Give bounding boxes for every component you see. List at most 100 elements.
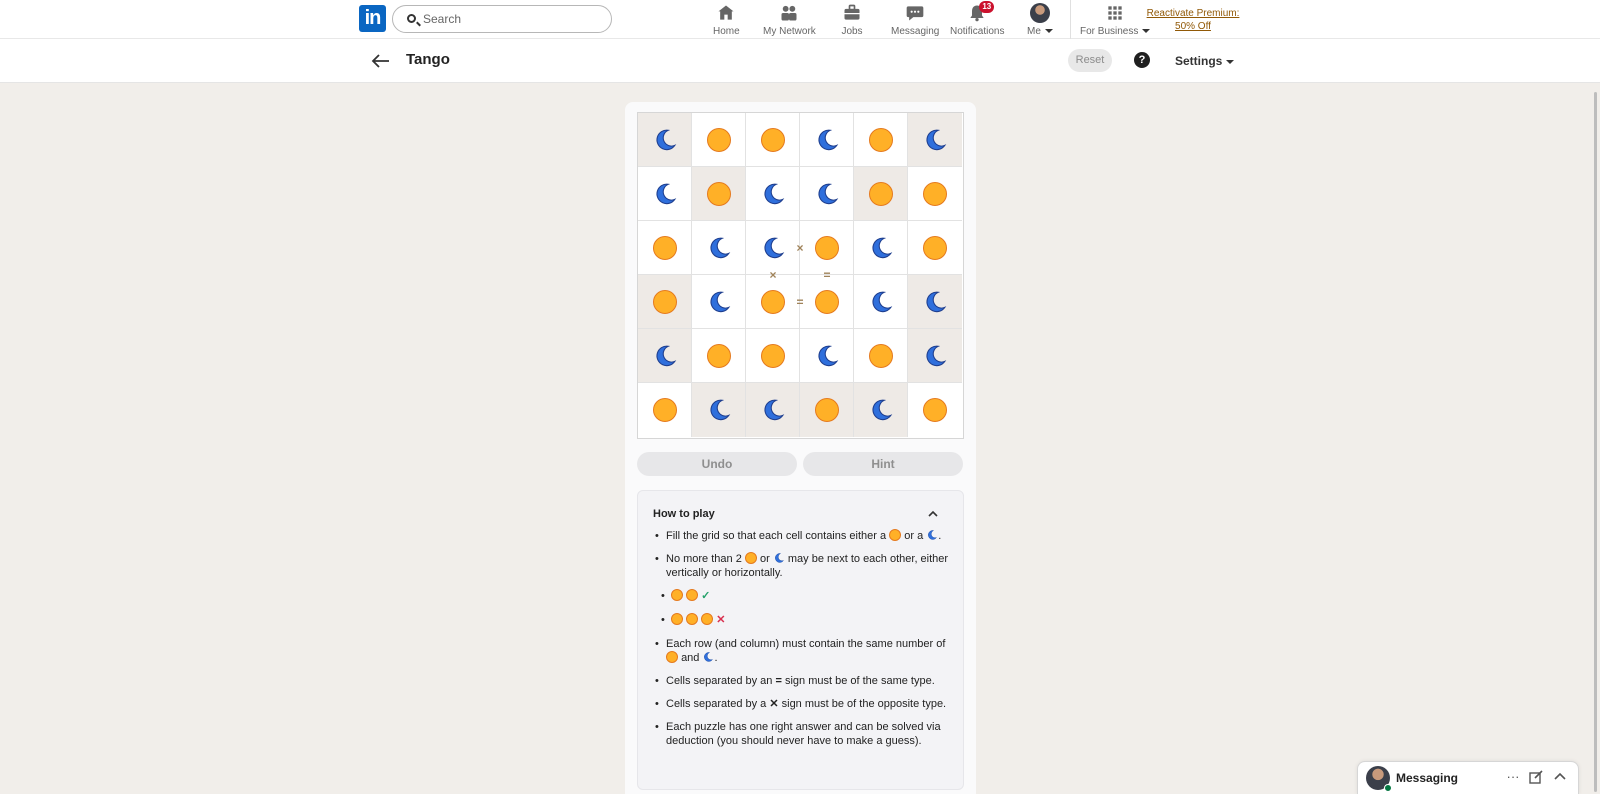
board-cell[interactable]	[800, 383, 854, 437]
rule5-post: sign must be of the opposite type.	[781, 698, 947, 710]
board-cell[interactable]	[746, 275, 800, 329]
moon-icon	[710, 291, 730, 312]
board-cell[interactable]	[800, 167, 854, 221]
nav-notifications[interactable]: 13 Notifications	[950, 1, 1004, 37]
board-cell[interactable]	[800, 329, 854, 383]
messaging-dock-label: Messaging	[1396, 771, 1459, 785]
moon-icon	[704, 652, 714, 662]
chat-icon	[906, 6, 924, 21]
nav-messaging-label: Messaging	[891, 26, 940, 37]
rules-list: Fill the grid so that each cell contains…	[653, 529, 953, 757]
sun-icon	[868, 343, 893, 368]
board-cell[interactable]	[800, 221, 854, 275]
help-icon[interactable]: ?	[1134, 52, 1150, 68]
moon-icon	[872, 399, 892, 421]
rule3-end: .	[714, 652, 718, 664]
board-cell[interactable]	[692, 221, 746, 275]
nav-me-label: Me	[1027, 26, 1041, 37]
board-cell[interactable]	[854, 221, 908, 275]
cross-icon: ✕	[716, 614, 726, 626]
reactivate-premium-link[interactable]: Reactivate Premium: 50% Off	[1145, 7, 1241, 33]
rule-item: Cells separated by an = sign must be of …	[653, 674, 953, 688]
board-cell[interactable]	[746, 113, 800, 167]
game-controls: Undo Hint	[637, 452, 964, 476]
search-input[interactable]	[423, 10, 603, 28]
more-options-icon[interactable]: ···	[1505, 769, 1521, 785]
sun-icon	[686, 589, 699, 601]
tango-board: × × = =	[637, 112, 964, 439]
board-cell[interactable]	[908, 383, 962, 437]
board-cell[interactable]	[908, 329, 962, 383]
nav-for-business[interactable]: For Business	[1080, 3, 1151, 37]
chevron-up-icon[interactable]	[1552, 769, 1568, 785]
board-cell[interactable]	[800, 113, 854, 167]
messaging-dock[interactable]: Messaging ···	[1357, 761, 1579, 794]
top-navigation: in Home My Network Jobs Messaging 13 Not…	[0, 0, 1600, 39]
nav-me[interactable]: Me	[1027, 3, 1053, 37]
moon-icon	[872, 237, 892, 258]
rule4-post: sign must be of the same type.	[784, 675, 935, 687]
board-cell[interactable]	[800, 275, 854, 329]
board-cell[interactable]	[746, 383, 800, 437]
board-cell[interactable]	[692, 275, 746, 329]
game-header: Tango Reset ? Settings	[0, 39, 1600, 83]
sun-icon	[652, 289, 677, 314]
nav-for-business-label-wrap: For Business	[1080, 26, 1151, 37]
board-cell[interactable]	[638, 221, 692, 275]
board-cell[interactable]	[854, 113, 908, 167]
board-cell[interactable]	[638, 167, 692, 221]
board-cell[interactable]	[854, 275, 908, 329]
chevron-up-icon[interactable]	[927, 508, 939, 520]
nav-my-network[interactable]: My Network	[763, 3, 816, 37]
board-cell[interactable]	[692, 113, 746, 167]
board-cell[interactable]	[908, 167, 962, 221]
example-valid: ✓	[653, 589, 953, 603]
board-cell[interactable]	[692, 383, 746, 437]
hint-button[interactable]: Hint	[803, 452, 963, 476]
nav-jobs[interactable]: Jobs	[841, 3, 863, 37]
how-to-play-title: How to play	[653, 508, 715, 520]
board-cell[interactable]	[746, 329, 800, 383]
board-cell[interactable]	[908, 275, 962, 329]
board-cell[interactable]	[746, 221, 800, 275]
sun-icon	[686, 613, 699, 625]
board-cell[interactable]	[692, 167, 746, 221]
board-cell[interactable]	[638, 275, 692, 329]
page-scrollbar[interactable]	[1594, 92, 1597, 792]
sun-icon	[923, 235, 947, 260]
notifications-badge: 13	[979, 1, 995, 13]
board-cell[interactable]	[638, 113, 692, 167]
undo-button[interactable]: Undo	[637, 452, 797, 476]
sun-icon	[760, 127, 785, 152]
board-cell[interactable]	[908, 221, 962, 275]
board-cell[interactable]	[746, 167, 800, 221]
nav-messaging[interactable]: Messaging	[891, 3, 939, 37]
board-cell[interactable]	[908, 113, 962, 167]
board-cell[interactable]	[692, 329, 746, 383]
cross-sign: ✕	[769, 698, 779, 710]
sun-icon	[868, 181, 893, 206]
moon-icon	[764, 183, 784, 204]
nav-home[interactable]: Home	[713, 3, 740, 37]
nav-divider	[1070, 0, 1071, 39]
settings-label: Settings	[1175, 54, 1223, 68]
board-cell[interactable]	[854, 383, 908, 437]
board-cell[interactable]	[854, 329, 908, 383]
network-icon	[781, 5, 797, 21]
settings-dropdown[interactable]: Settings	[1175, 54, 1235, 68]
back-arrow-icon[interactable]	[371, 52, 391, 70]
nav-jobs-label: Jobs	[841, 26, 863, 37]
linkedin-logo[interactable]: in	[359, 5, 386, 32]
opposite-constraint: ×	[796, 241, 804, 255]
board-cell[interactable]	[854, 167, 908, 221]
rule-item: Fill the grid so that each cell contains…	[653, 529, 953, 543]
board-cell[interactable]	[638, 383, 692, 437]
rule2-or: or	[759, 553, 770, 565]
board-cell[interactable]	[638, 329, 692, 383]
nav-my-network-label: My Network	[763, 26, 816, 37]
chevron-down-icon	[1044, 29, 1053, 34]
search-box[interactable]	[392, 5, 612, 33]
reset-button[interactable]: Reset	[1068, 49, 1112, 72]
moon-icon	[928, 530, 938, 540]
compose-icon[interactable]	[1528, 769, 1544, 785]
